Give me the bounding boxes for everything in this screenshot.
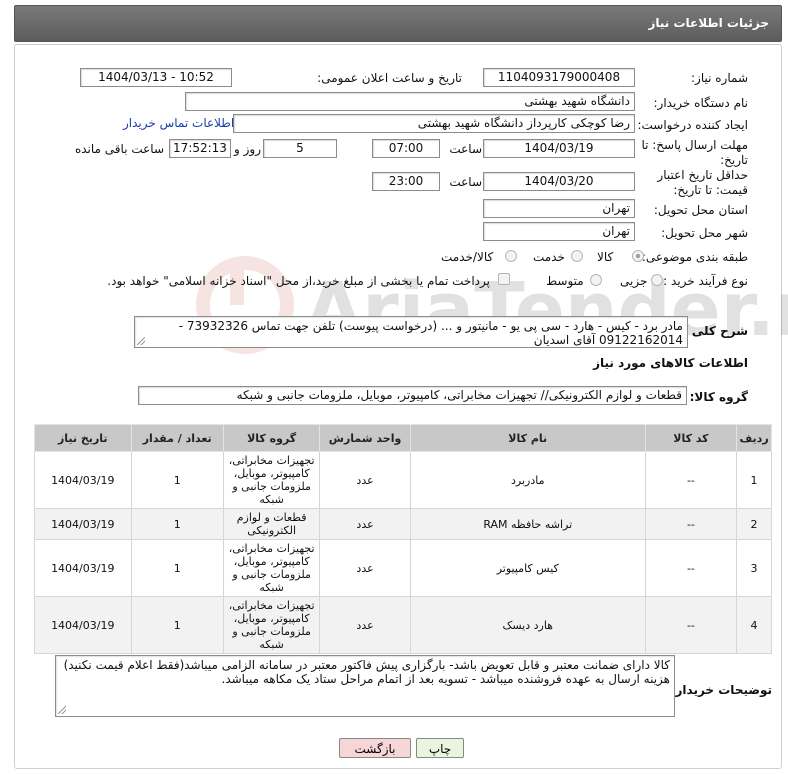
cell-item-name: کیس کامپیوتر <box>409 539 646 597</box>
cell-unit: عدد <box>319 596 411 654</box>
purchase-radio-medium[interactable] <box>590 274 602 286</box>
category-radio-goods-service[interactable] <box>505 250 517 262</box>
cell-row-number: 3 <box>736 539 772 597</box>
col-header-item-group: گروه کالا <box>222 424 321 452</box>
requester-label: ایجاد کننده درخواست: <box>637 118 748 132</box>
days-left-field[interactable]: 5 <box>263 139 337 158</box>
treasury-note: پرداخت تمام یا بخشی از مبلغ خرید،از محل … <box>107 274 490 288</box>
cell-item-group: تجهیزات مخابراتی، کامپیوتر، موبایل، ملزو… <box>222 596 321 654</box>
purchase-option-medium: متوسط <box>546 274 584 288</box>
cell-item-name: مادربرد <box>409 451 646 509</box>
resize-grip-icon[interactable] <box>58 706 66 714</box>
buyer-notes-label: توضیحات خریدار: <box>670 683 772 697</box>
announce-datetime-label: تاریخ و ساعت اعلان عمومی: <box>317 71 462 85</box>
buyer-notes-line-1: کالا دارای ضمانت معتبر و قابل تعویض باشد… <box>63 658 670 672</box>
cell-row-number: 1 <box>736 451 772 509</box>
col-header-need-date: تاریخ نیاز <box>34 424 132 452</box>
cell-item-code: -- <box>644 596 738 654</box>
cell-need-date: 1404/03/19 <box>34 451 132 509</box>
col-header-quantity: تعداد / مقدار <box>130 424 224 452</box>
reply-deadline-label: مهلت ارسال پاسخ: تا تاریخ: <box>641 138 748 167</box>
buyer-notes-textarea[interactable]: کالا دارای ضمانت معتبر و قابل تعویض باشد… <box>55 655 675 717</box>
table-row: 2 -- تراشه حافظه RAM عدد قطعات و لوازم ا… <box>34 508 772 540</box>
cell-item-code: -- <box>644 508 738 540</box>
delivery-city-label: شهر محل تحویل: <box>661 226 748 240</box>
cell-item-code: -- <box>644 539 738 597</box>
category-option-goods: کالا <box>597 250 614 264</box>
goods-info-heading: اطلاعات کالاهای مورد نیاز <box>593 356 748 370</box>
requester-field[interactable]: رضا کوچکی کارپرداز دانشگاه شهید بهشتی <box>233 114 635 133</box>
category-option-goods-service: کالا/خدمت <box>441 250 494 264</box>
price-time-field[interactable]: 23:00 <box>372 172 440 191</box>
col-header-item-code: کد کالا <box>644 424 738 452</box>
goods-group-field[interactable]: قطعات و لوازم الکترونیکی// تجهیزات مخابر… <box>138 386 687 405</box>
page-title: جزئیات اطلاعات نیاز <box>648 16 769 30</box>
print-button[interactable]: چاپ <box>416 738 464 758</box>
cell-row-number: 2 <box>736 508 772 540</box>
buyer-contact-link[interactable]: اطلاعات تماس خریدار <box>123 116 234 130</box>
cell-quantity: 1 <box>130 539 224 597</box>
price-time-label: ساعت <box>449 175 482 189</box>
general-desc-textarea[interactable]: مادر برد - کیس - هارد - سی پی یو - مانیت… <box>134 316 688 348</box>
cell-item-group: تجهیزات مخابراتی، کامپیوتر، موبایل، ملزو… <box>222 539 321 597</box>
cell-quantity: 1 <box>130 451 224 509</box>
col-header-row-number: ردیف <box>736 424 772 452</box>
days-and-label: روز و <box>234 142 261 156</box>
goods-group-label: گروه کالا: <box>689 390 748 404</box>
category-radio-service[interactable] <box>571 250 583 262</box>
table-row: 4 -- هارد دیسک عدد تجهیزات مخابراتی، کام… <box>34 596 772 654</box>
cell-item-name: هارد دیسک <box>409 596 646 654</box>
back-button[interactable]: بازگشت <box>339 738 411 758</box>
need-number-field[interactable]: 1104093179000408 <box>483 68 635 87</box>
table-row: 1 -- مادربرد عدد تجهیزات مخابراتی، کامپی… <box>34 451 772 509</box>
cell-quantity: 1 <box>130 596 224 654</box>
purchase-option-minor: جزیی <box>620 274 648 288</box>
cell-need-date: 1404/03/19 <box>34 596 132 654</box>
cell-item-code: -- <box>644 451 738 509</box>
cell-need-date: 1404/03/19 <box>34 539 132 597</box>
cell-unit: عدد <box>319 539 411 597</box>
delivery-province-field[interactable]: تهران <box>483 199 635 218</box>
price-date-field[interactable]: 1404/03/20 <box>483 172 635 191</box>
need-number-label: شماره نیاز: <box>691 71 748 85</box>
reply-time-label: ساعت <box>449 142 482 156</box>
cell-item-group: تجهیزات مخابراتی، کامپیوتر، موبایل، ملزو… <box>222 451 321 509</box>
cell-unit: عدد <box>319 508 411 540</box>
page-header: جزئیات اطلاعات نیاز <box>14 5 782 42</box>
cell-item-name: تراشه حافظه RAM <box>409 508 646 540</box>
buyer-org-field[interactable]: دانشگاه شهید بهشتی <box>185 92 635 111</box>
cell-quantity: 1 <box>130 508 224 540</box>
cell-row-number: 4 <box>736 596 772 654</box>
table-row: 3 -- کیس کامپیوتر عدد تجهیزات مخابراتی، … <box>34 539 772 597</box>
cell-need-date: 1404/03/19 <box>34 508 132 540</box>
purchase-radio-minor[interactable] <box>651 274 663 286</box>
delivery-city-field[interactable]: تهران <box>483 222 635 241</box>
buyer-org-label: نام دستگاه خریدار: <box>653 96 749 110</box>
announce-datetime-field[interactable]: 1404/03/13 - 10:52 <box>80 68 232 87</box>
price-validity-label: حداقل تاریخ اعتبار قیمت: تا تاریخ: <box>657 168 748 197</box>
treasury-checkbox[interactable] <box>498 273 510 285</box>
goods-table: ردیف کد کالا نام کالا واحد شمارش گروه کا… <box>34 424 772 654</box>
hours-left-label: ساعت باقی مانده <box>74 142 164 156</box>
general-desc-text: مادر برد - کیس - هارد - سی پی یو - مانیت… <box>178 319 683 347</box>
purchase-type-label: نوع فرآیند خرید : <box>663 274 748 288</box>
reply-time-field[interactable]: 07:00 <box>372 139 440 158</box>
reply-date-field[interactable]: 1404/03/19 <box>483 139 635 158</box>
buyer-notes-line-2: هزینه ارسال به عهده فروشنده میباشد - تسو… <box>221 672 670 686</box>
cell-unit: عدد <box>319 451 411 509</box>
col-header-item-name: نام کالا <box>409 424 646 452</box>
cell-item-group: قطعات و لوازم الکترونیکی <box>222 508 321 540</box>
category-radio-goods[interactable] <box>632 250 644 262</box>
table-header-row: ردیف کد کالا نام کالا واحد شمارش گروه کا… <box>34 424 772 452</box>
col-header-unit: واحد شمارش <box>319 424 411 452</box>
category-option-service: خدمت <box>533 250 565 264</box>
category-label: طبقه بندی موضوعی: <box>641 250 748 264</box>
time-left-field[interactable]: 17:52:13 <box>169 139 231 158</box>
resize-grip-icon[interactable] <box>137 337 145 345</box>
delivery-province-label: استان محل تحویل: <box>653 203 748 217</box>
